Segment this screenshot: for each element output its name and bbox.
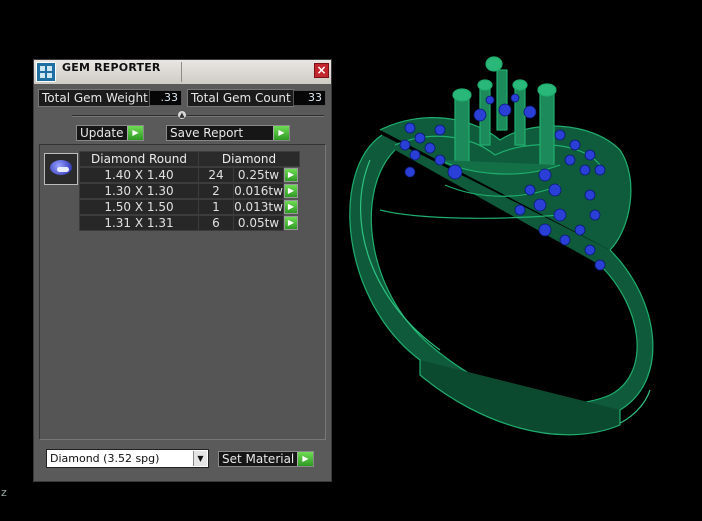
row-size: 1.50 X 1.50 <box>79 199 199 215</box>
arrow-right-icon[interactable]: ▶ <box>284 216 298 230</box>
total-gem-count-label: Total Gem Count <box>187 89 294 107</box>
set-material-button[interactable]: Set Material ▶ <box>218 451 314 467</box>
row-size: 1.40 X 1.40 <box>79 167 199 183</box>
axis-indicator-z: z <box>1 486 7 499</box>
title-separator <box>181 62 182 82</box>
row-size: 1.30 X 1.30 <box>79 183 199 199</box>
column-header-material: Diamond <box>198 151 300 167</box>
arrow-right-icon: ▶ <box>127 126 143 140</box>
arrow-right-icon[interactable]: ▶ <box>284 184 298 198</box>
collapse-up-icon[interactable]: ▲ <box>177 110 187 120</box>
set-material-button-label: Set Material <box>222 452 295 466</box>
total-gem-weight-label: Total Gem Weight <box>38 89 150 107</box>
update-button[interactable]: Update ▶ <box>76 125 144 141</box>
title-bar[interactable]: GEM REPORTER × <box>34 60 331 84</box>
row-weight: 0.05tw <box>233 215 284 231</box>
row-count: 2 <box>198 183 234 199</box>
arrow-right-icon[interactable]: ▶ <box>284 168 298 182</box>
row-weight: 0.016tw <box>233 183 284 199</box>
row-count: 24 <box>198 167 234 183</box>
row-weight: 0.25tw <box>233 167 284 183</box>
gem-reporter-panel: GEM REPORTER × Total Gem Weight .33 Tota… <box>33 59 332 482</box>
arrow-right-icon: ▶ <box>297 452 313 466</box>
column-header-shape: Diamond Round <box>79 151 199 167</box>
panel-title: GEM REPORTER <box>62 61 161 74</box>
dropdown-arrow-icon[interactable]: ▼ <box>193 451 207 466</box>
gem-table: Diamond Round Diamond 1.40 X 1.40 24 0.2… <box>79 151 300 233</box>
gem-reporter-app-icon <box>36 62 56 82</box>
row-count: 1 <box>198 199 234 215</box>
diamond-gem-icon[interactable] <box>44 153 78 185</box>
row-size: 1.31 X 1.31 <box>79 215 199 231</box>
total-gem-count-value: 33 <box>293 90 326 106</box>
save-report-button-label: Save Report <box>170 126 244 140</box>
total-gem-weight-value: .33 <box>149 90 182 106</box>
section-divider <box>72 115 324 117</box>
close-icon[interactable]: × <box>314 63 329 78</box>
material-select[interactable]: Diamond (3.52 spg) ▼ <box>46 449 209 468</box>
save-report-button[interactable]: Save Report ▶ <box>166 125 290 141</box>
arrow-right-icon: ▶ <box>273 126 289 140</box>
arrow-right-icon[interactable]: ▶ <box>284 200 298 214</box>
update-button-label: Update <box>80 126 124 140</box>
row-count: 6 <box>198 215 234 231</box>
row-weight: 0.013tw <box>233 199 284 215</box>
material-selected-value: Diamond (3.52 spg) <box>50 452 160 465</box>
